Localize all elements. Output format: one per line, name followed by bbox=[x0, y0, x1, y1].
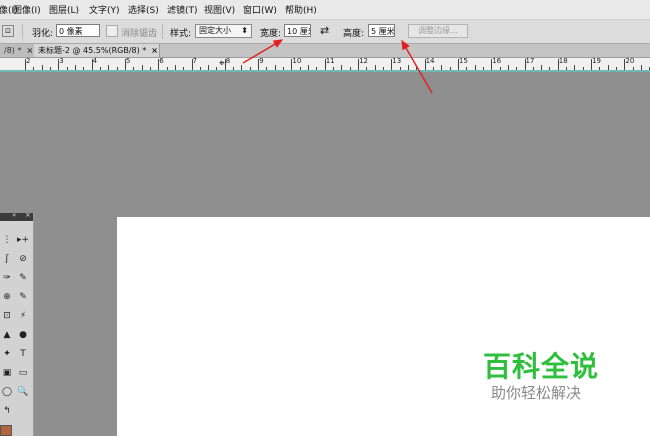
foreground-color-swatch[interactable] bbox=[0, 425, 12, 436]
tool-button-icon[interactable]: ↰ bbox=[0, 404, 14, 418]
tool-button-icon[interactable]: ▣ bbox=[0, 366, 14, 380]
collapse-icon[interactable]: « bbox=[12, 211, 16, 219]
tool-button-icon[interactable]: ⊡ bbox=[0, 309, 14, 323]
tool-button-icon[interactable]: ✎ bbox=[16, 271, 30, 285]
arrow-to-width bbox=[242, 39, 284, 64]
tool-button-icon[interactable]: ▭ bbox=[16, 366, 30, 380]
tool-button-icon[interactable]: ◯ bbox=[0, 385, 14, 399]
tool-button-icon[interactable]: ⊕ bbox=[0, 290, 14, 304]
tool-button-icon[interactable]: ⊘ bbox=[16, 252, 30, 266]
tool-button-icon[interactable]: ● bbox=[16, 328, 30, 342]
arrow-to-height bbox=[401, 39, 433, 94]
tool-button-icon[interactable]: ʃ bbox=[0, 252, 14, 266]
tool-button-icon[interactable]: ▸+ bbox=[16, 233, 30, 247]
tools-panel-header[interactable]: « × bbox=[0, 211, 33, 221]
tool-button-icon[interactable]: ⋮ bbox=[0, 233, 14, 247]
tool-button-icon[interactable]: ⚡ bbox=[16, 309, 30, 323]
tool-button-icon[interactable]: ✑ bbox=[0, 271, 14, 285]
document-canvas[interactable] bbox=[117, 217, 650, 436]
watermark-subtitle: 助你轻松解决 bbox=[491, 384, 582, 402]
tool-button-icon[interactable]: T bbox=[16, 347, 30, 361]
tool-button-icon[interactable]: ✦ bbox=[0, 347, 14, 361]
tool-button-icon[interactable]: 🔍 bbox=[16, 385, 30, 399]
tool-button-icon[interactable]: ✎ bbox=[16, 290, 30, 304]
close-icon[interactable]: × bbox=[25, 211, 31, 219]
tool-button-icon[interactable]: ▲ bbox=[0, 328, 14, 342]
watermark-title: 百科全说 bbox=[483, 350, 600, 383]
